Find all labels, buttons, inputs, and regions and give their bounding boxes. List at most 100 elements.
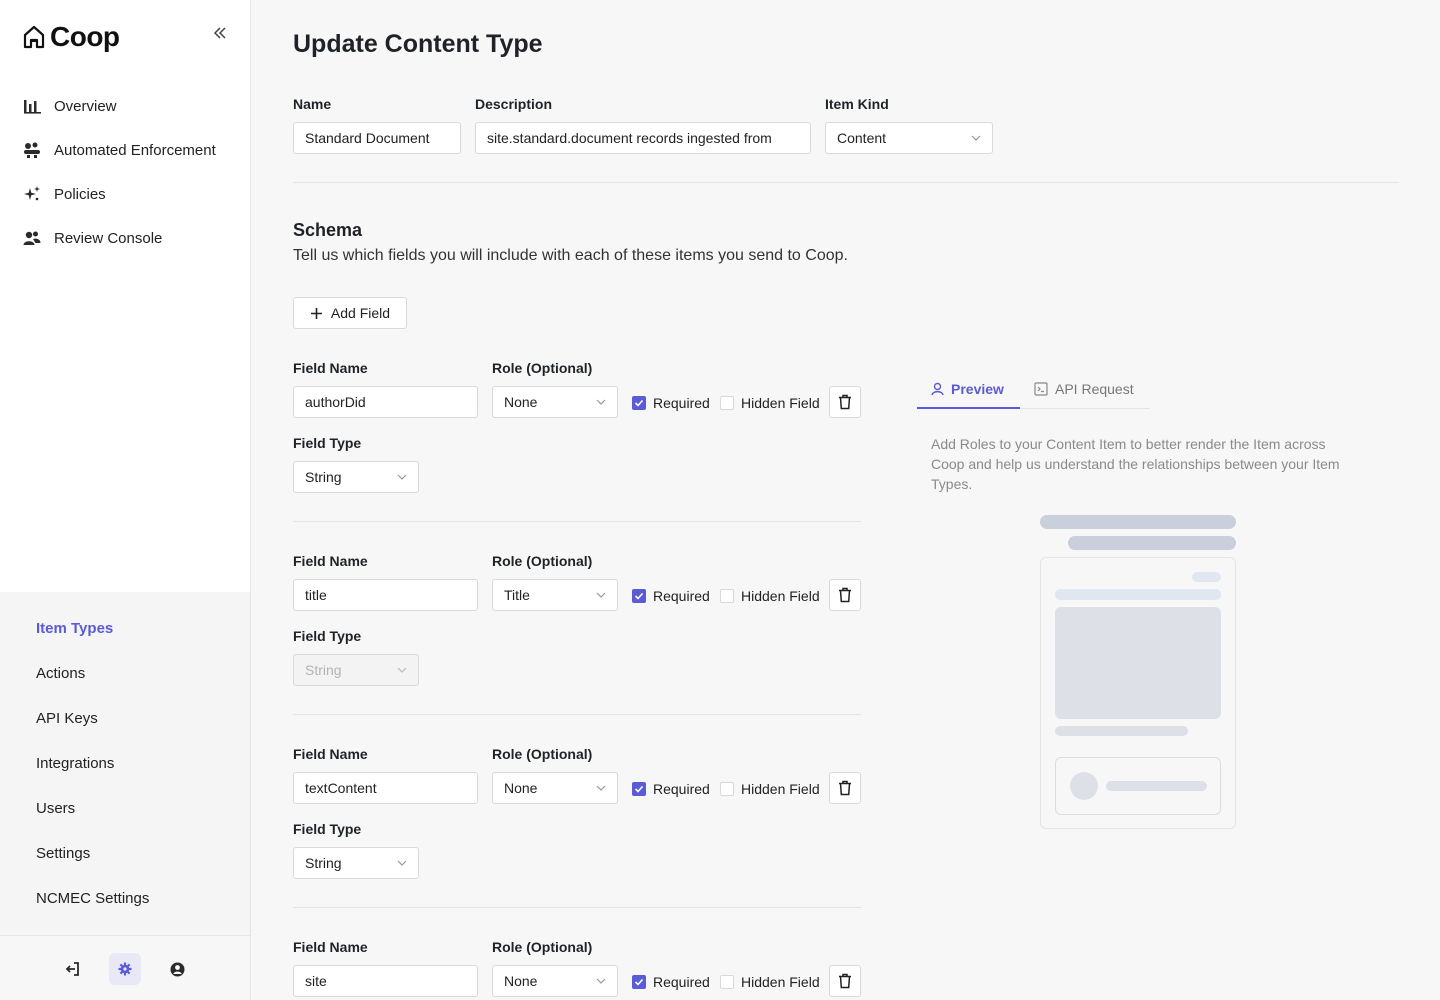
logout-button[interactable] xyxy=(57,953,89,985)
hidden-field-checkbox[interactable]: Hidden Field xyxy=(720,974,820,990)
settings-item-api-keys[interactable]: API Keys xyxy=(36,710,98,727)
tab-api-request[interactable]: API Request xyxy=(1034,368,1134,409)
name-input[interactable]: Standard Document xyxy=(293,122,461,154)
field-name-input[interactable]: title xyxy=(293,579,478,611)
field-type-select: String xyxy=(293,654,419,686)
hidden-field-checkbox[interactable]: Hidden Field xyxy=(720,395,820,411)
schema-description: Tell us which fields you will include wi… xyxy=(293,247,848,264)
settings-item-settings[interactable]: Settings xyxy=(36,845,90,862)
checkbox-checked-icon xyxy=(632,975,646,989)
skeleton-line xyxy=(1055,589,1221,600)
nav-item-automated-enforcement[interactable]: Automated Enforcement xyxy=(22,128,242,172)
field-type-label: Field Type xyxy=(293,435,362,451)
settings-item-actions[interactable]: Actions xyxy=(36,665,85,682)
nav-item-label: Overview xyxy=(54,97,117,115)
trash-icon xyxy=(839,973,851,989)
nav-item-label: Automated Enforcement xyxy=(54,141,216,159)
logout-icon xyxy=(65,962,79,976)
trash-icon xyxy=(839,394,851,410)
required-checkbox[interactable]: Required xyxy=(632,395,710,411)
role-label: Role (Optional) xyxy=(492,746,593,762)
description-input[interactable]: site.standard.document records ingested … xyxy=(475,122,811,154)
skeleton-line xyxy=(1068,536,1236,550)
role-label: Role (Optional) xyxy=(492,360,593,376)
required-checkbox[interactable]: Required xyxy=(632,588,710,604)
field-divider xyxy=(293,714,861,715)
settings-item-integrations[interactable]: Integrations xyxy=(36,755,114,772)
account-button[interactable] xyxy=(161,953,193,985)
field-name-label: Field Name xyxy=(293,360,368,376)
nav-item-policies[interactable]: Policies xyxy=(22,172,242,216)
collapse-sidebar-icon[interactable] xyxy=(211,24,229,42)
skeleton-author-box xyxy=(1055,757,1221,815)
field-name-label: Field Name xyxy=(293,553,368,569)
checkbox-unchecked-icon xyxy=(720,782,734,796)
divider xyxy=(293,182,1399,183)
chevron-down-icon xyxy=(397,860,407,866)
chevron-down-icon xyxy=(596,399,606,405)
required-checkbox[interactable]: Required xyxy=(632,781,710,797)
item-kind-label: Item Kind xyxy=(825,96,889,112)
skeleton-line xyxy=(1192,572,1221,582)
role-select[interactable]: None xyxy=(492,965,618,997)
role-select[interactable]: Title xyxy=(492,579,618,611)
enforcement-icon xyxy=(22,140,42,160)
settings-item-ncmec-settings[interactable]: NCMEC Settings xyxy=(36,890,149,907)
tab-preview[interactable]: Preview xyxy=(931,368,1004,409)
settings-item-users[interactable]: Users xyxy=(36,800,75,817)
tab-api-request-label: API Request xyxy=(1055,380,1134,397)
required-label: Required xyxy=(653,395,710,411)
chevron-down-icon xyxy=(596,978,606,984)
schema-title: Schema xyxy=(293,220,363,240)
nav-item-overview[interactable]: Overview xyxy=(22,84,242,128)
logo[interactable]: Coop xyxy=(22,21,120,53)
item-kind-value: Content xyxy=(837,130,887,146)
field-name-label: Field Name xyxy=(293,939,368,955)
checkbox-checked-icon xyxy=(632,396,646,410)
role-label: Role (Optional) xyxy=(492,939,593,955)
field-type-label: Field Type xyxy=(293,628,362,644)
chevron-down-icon xyxy=(397,474,407,480)
hidden-field-checkbox[interactable]: Hidden Field xyxy=(720,781,820,797)
field-name-input[interactable]: authorDid xyxy=(293,386,478,418)
role-label: Role (Optional) xyxy=(492,553,593,569)
hidden-field-label: Hidden Field xyxy=(741,781,820,797)
field-type-select[interactable]: String xyxy=(293,461,419,493)
role-select[interactable]: None xyxy=(492,772,618,804)
hidden-field-checkbox[interactable]: Hidden Field xyxy=(720,588,820,604)
required-label: Required xyxy=(653,588,710,604)
settings-item-item-types[interactable]: Item Types xyxy=(36,620,113,637)
nav-item-review-console[interactable]: Review Console xyxy=(22,216,242,260)
role-select[interactable]: None xyxy=(492,386,618,418)
skeleton-avatar xyxy=(1070,772,1098,800)
chevron-down-icon xyxy=(596,592,606,598)
delete-field-button[interactable] xyxy=(829,772,861,804)
hidden-field-label: Hidden Field xyxy=(741,974,820,990)
skeleton-line xyxy=(1106,781,1207,791)
role-value: None xyxy=(504,780,538,796)
delete-field-button[interactable] xyxy=(829,386,861,418)
bottom-bar xyxy=(0,935,250,1000)
add-field-label: Add Field xyxy=(330,305,391,321)
trash-icon xyxy=(839,780,851,796)
preview-description: Add Roles to your Content Item to better… xyxy=(931,436,1340,492)
plus-icon xyxy=(310,307,322,319)
delete-field-button[interactable] xyxy=(829,579,861,611)
required-checkbox[interactable]: Required xyxy=(632,974,710,990)
field-type-value: String xyxy=(305,662,342,678)
item-kind-select[interactable]: Content xyxy=(825,122,993,154)
field-name-input[interactable]: site xyxy=(293,965,478,997)
delete-field-button[interactable] xyxy=(829,965,861,997)
settings-button[interactable] xyxy=(109,953,141,985)
add-field-button[interactable]: Add Field xyxy=(293,297,407,329)
bar-chart-icon xyxy=(22,96,42,116)
skeleton-card xyxy=(1040,557,1236,829)
chevron-down-icon xyxy=(596,785,606,791)
role-value: None xyxy=(504,973,538,989)
field-name-input[interactable]: textContent xyxy=(293,772,478,804)
checkbox-unchecked-icon xyxy=(720,589,734,603)
checkbox-checked-icon xyxy=(632,589,646,603)
nav-item-label: Policies xyxy=(54,185,106,203)
home-icon xyxy=(23,25,45,49)
field-type-select[interactable]: String xyxy=(293,847,419,879)
